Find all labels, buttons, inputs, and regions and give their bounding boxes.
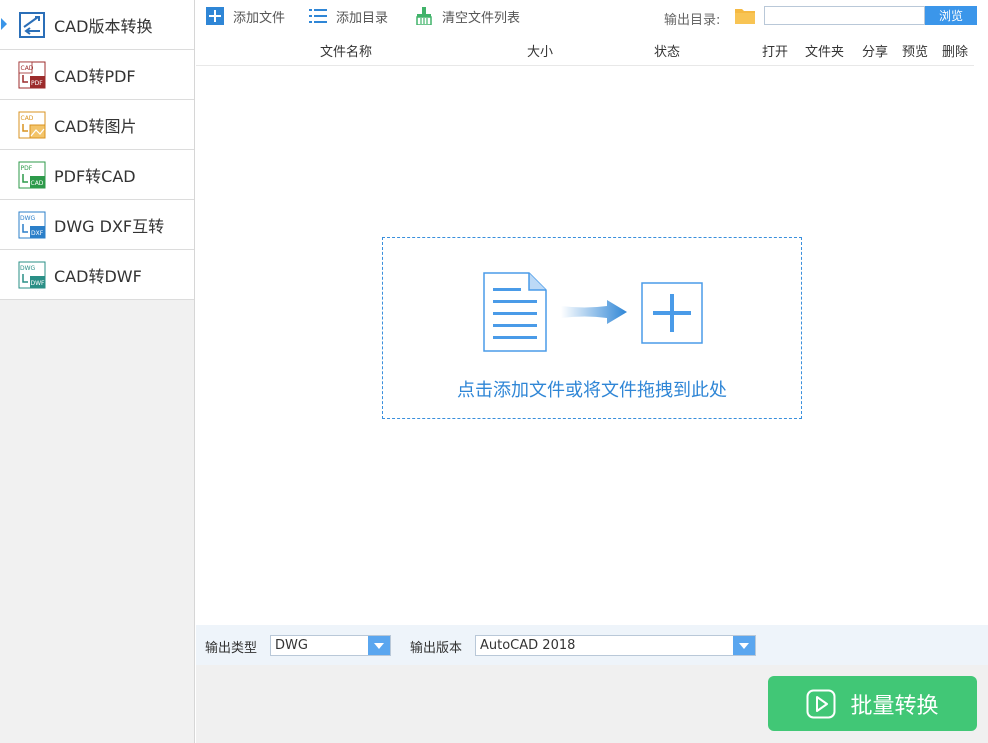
drop-zone-hint: 点击添加文件或将文件拖拽到此处 [457, 380, 727, 401]
sidebar-item-cad-to-pdf[interactable]: CAD PDF CAD转PDF [0, 50, 194, 100]
column-header-name: 文件名称 [320, 45, 373, 60]
output-type-value: DWG [275, 638, 308, 653]
sidebar-item-label: PDF转CAD [54, 166, 136, 186]
browse-button[interactable]: 浏览 [925, 6, 977, 25]
column-header-open: 打开 [762, 45, 789, 60]
toolbar: 添加文件 添加目录 清空文件列表 输出目录: 浏览 [196, 0, 988, 32]
svg-text:CAD: CAD [21, 115, 34, 122]
output-version-label: 输出版本 [410, 641, 463, 656]
add-directory-button[interactable]: 添加目录 [309, 5, 388, 27]
cad-to-image-icon: CAD [18, 111, 46, 138]
folder-icon[interactable] [735, 7, 755, 24]
sidebar-item-cad-to-image[interactable]: CAD CAD转图片 [0, 100, 194, 150]
dwg-dxf-icon: DWG DXF [18, 211, 46, 238]
clear-list-button[interactable]: 清空文件列表 [415, 5, 520, 27]
cad-to-pdf-icon: CAD PDF [18, 61, 46, 88]
sidebar-item-label: CAD版本转换 [54, 16, 153, 36]
output-options-bar: 输出类型 DWG 输出版本 AutoCAD 2018 [196, 625, 988, 665]
arrow-right-icon [561, 300, 627, 324]
file-drop-zone[interactable]: 点击添加文件或将文件拖拽到此处 [382, 237, 802, 419]
column-header-preview: 预览 [902, 45, 929, 60]
output-dir-input[interactable] [764, 6, 925, 25]
svg-text:CAD: CAD [21, 65, 34, 72]
sidebar-item-label: CAD转DWF [54, 266, 142, 286]
output-version-value: AutoCAD 2018 [480, 638, 576, 653]
svg-text:DXF: DXF [31, 230, 44, 237]
document-icon [483, 272, 547, 352]
output-type-select[interactable]: DWG [270, 635, 391, 656]
footer: 批量转换 [196, 665, 988, 743]
batch-convert-label: 批量转换 [850, 693, 939, 719]
add-plus-icon [641, 282, 703, 344]
sidebar-item-label: DWG DXF互转 [54, 216, 165, 236]
svg-text:DWF: DWF [31, 280, 46, 287]
column-header-status: 状态 [654, 45, 681, 60]
column-header-size: 大小 [527, 45, 554, 60]
output-dir-label: 输出目录: [664, 13, 721, 28]
sidebar-item-label: CAD转PDF [54, 66, 136, 86]
output-type-dropdown[interactable] [368, 636, 390, 655]
plus-icon [206, 7, 224, 25]
svg-text:PDF: PDF [31, 80, 43, 87]
broom-icon [416, 7, 432, 25]
sidebar-item-label: CAD转图片 [54, 116, 137, 136]
svg-text:CAD: CAD [31, 180, 44, 187]
column-header-delete: 删除 [942, 45, 969, 60]
column-header-share: 分享 [862, 45, 889, 60]
svg-text:PDF: PDF [21, 165, 33, 172]
active-marker [1, 18, 7, 30]
chevron-down-icon [374, 642, 384, 649]
sidebar-item-pdf-to-cad[interactable]: PDF CAD PDF转CAD [0, 150, 194, 200]
sidebar: CAD版本转换 CAD PDF CAD转PDF CAD CAD转图片 PDF C… [0, 0, 195, 743]
file-table-header: 文件名称 大小 状态 打开 文件夹 分享 预览 删除 [196, 33, 974, 66]
sidebar-item-cad-version[interactable]: CAD版本转换 [0, 0, 194, 50]
batch-convert-button[interactable]: 批量转换 [768, 676, 977, 731]
chevron-down-icon [739, 642, 749, 649]
sidebar-item-dwg-dxf[interactable]: DWG DXF DWG DXF互转 [0, 200, 194, 250]
svg-text:DWG: DWG [20, 215, 36, 222]
sidebar-item-cad-to-dwf[interactable]: DWG DWF CAD转DWF [0, 250, 194, 300]
output-version-dropdown[interactable] [733, 636, 755, 655]
clear-list-label: 清空文件列表 [442, 10, 521, 26]
column-header-folder: 文件夹 [805, 45, 845, 60]
cad-version-icon [19, 11, 45, 38]
svg-text:DWG: DWG [20, 265, 36, 272]
output-version-select[interactable]: AutoCAD 2018 [475, 635, 756, 656]
output-type-label: 输出类型 [205, 641, 258, 656]
add-file-label: 添加文件 [233, 10, 286, 26]
add-directory-label: 添加目录 [336, 10, 389, 26]
play-icon [806, 689, 836, 718]
cad-to-dwf-icon: DWG DWF [18, 261, 46, 288]
list-icon [309, 9, 327, 23]
add-file-button[interactable]: 添加文件 [206, 5, 285, 27]
pdf-to-cad-icon: PDF CAD [18, 161, 46, 188]
